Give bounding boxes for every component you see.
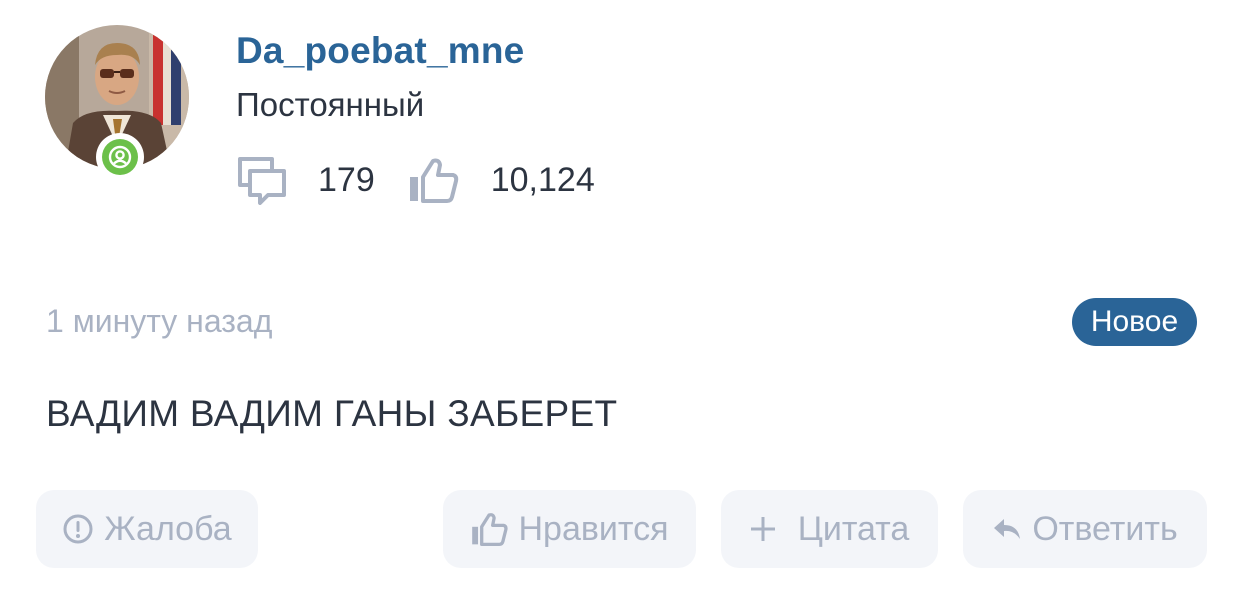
thumbs-up-icon — [407, 157, 459, 203]
post-timestamp: 1 минуту назад — [46, 303, 273, 339]
user-online-icon — [108, 145, 132, 169]
quote-button[interactable]: Цитата — [721, 490, 938, 568]
user-rank: Постоянный — [236, 86, 425, 123]
online-status-badge — [96, 133, 144, 181]
reply-button-label: Ответить — [1032, 509, 1178, 548]
like-button[interactable]: Нравится — [443, 490, 696, 568]
report-button-label: Жалоба — [104, 509, 232, 548]
comments-stat: 179 — [236, 155, 375, 205]
username-link[interactable]: Da_poebat_mne — [236, 30, 524, 72]
comments-count: 179 — [318, 160, 375, 199]
comment-text: ВАДИМ ВАДИМ ГАНЫ ЗАБЕРЕТ — [46, 393, 618, 434]
alert-circle-icon — [62, 513, 94, 545]
comment-card: Da_poebat_mne Постоянный 179 10,124 1 ми… — [0, 0, 1242, 608]
report-button[interactable]: Жалоба — [36, 490, 258, 568]
thumbs-up-icon — [470, 512, 509, 546]
likes-count: 10,124 — [490, 160, 595, 199]
reply-button[interactable]: Ответить — [963, 490, 1207, 568]
quote-button-label: Цитата — [797, 509, 910, 548]
comments-icon — [236, 155, 288, 205]
plus-icon — [750, 516, 776, 542]
likes-stat: 10,124 — [407, 157, 595, 203]
reply-arrow-icon — [992, 516, 1022, 542]
like-button-label: Нравится — [518, 509, 669, 548]
user-stats: 179 10,124 — [236, 150, 595, 210]
new-badge: Новое — [1072, 298, 1197, 346]
